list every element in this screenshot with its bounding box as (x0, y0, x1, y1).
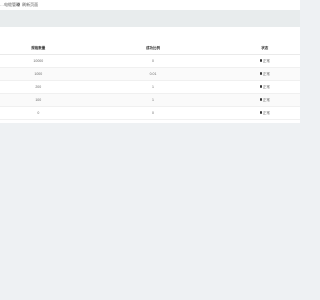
status-label: 正常 (262, 71, 270, 76)
table-row[interactable]: 10000 0 正常 (0, 54, 300, 68)
column-header-quantity[interactable]: 规格数量 (0, 42, 77, 55)
refresh-icon (17, 3, 20, 7)
data-table: 规格数量 成功比例 状态 10000 0 正常 1000 0.01 正常 200… (0, 42, 300, 120)
tab-refresh-page[interactable]: 刷新页面 (17, 0, 38, 10)
cell-quantity: 0 (0, 106, 77, 120)
cell-ratio: 0 (76, 106, 230, 120)
table-panel: 规格数量 成功比例 状态 10000 0 正常 1000 0.01 正常 200… (0, 27, 300, 123)
cell-quantity: 10000 (0, 54, 77, 68)
cell-quantity: 200 (0, 80, 77, 94)
table-row[interactable]: 200 1 正常 (0, 80, 300, 94)
cell-status: 正常 (229, 54, 300, 68)
cell-ratio: 1 (76, 93, 230, 107)
status-label: 正常 (262, 84, 270, 89)
cell-quantity: 1000 (0, 67, 77, 81)
header-strip (0, 10, 300, 27)
table-row[interactable]: 100 1 正常 (0, 93, 300, 107)
table-row[interactable]: 1000 0.01 正常 (0, 67, 300, 81)
cell-ratio: 1 (76, 80, 230, 94)
table-row[interactable]: 0 0 正常 (0, 106, 300, 120)
cell-ratio: 0 (76, 54, 230, 68)
status-dot-icon (259, 72, 262, 75)
cell-ratio: 0.01 (76, 67, 230, 81)
status-label: 正常 (262, 97, 270, 102)
cell-status: 正常 (229, 67, 300, 81)
status-label: 正常 (262, 58, 270, 63)
status-dot-icon (259, 59, 262, 62)
status-label: 正常 (262, 110, 270, 115)
column-header-status[interactable]: 状态 (229, 42, 300, 55)
cell-status: 正常 (229, 106, 300, 120)
top-tab-bar: …电缆管理 刷新页面 (0, 0, 300, 10)
status-dot-icon (259, 98, 262, 101)
cell-quantity: 100 (0, 93, 77, 107)
cell-status: 正常 (229, 80, 300, 94)
table-header-row: 规格数量 成功比例 状态 (0, 42, 300, 55)
cell-status: 正常 (229, 93, 300, 107)
column-header-ratio[interactable]: 成功比例 (76, 42, 230, 55)
tab-refresh-label: 刷新页面 (22, 2, 39, 7)
status-dot-icon (259, 111, 262, 114)
status-dot-icon (259, 85, 262, 88)
